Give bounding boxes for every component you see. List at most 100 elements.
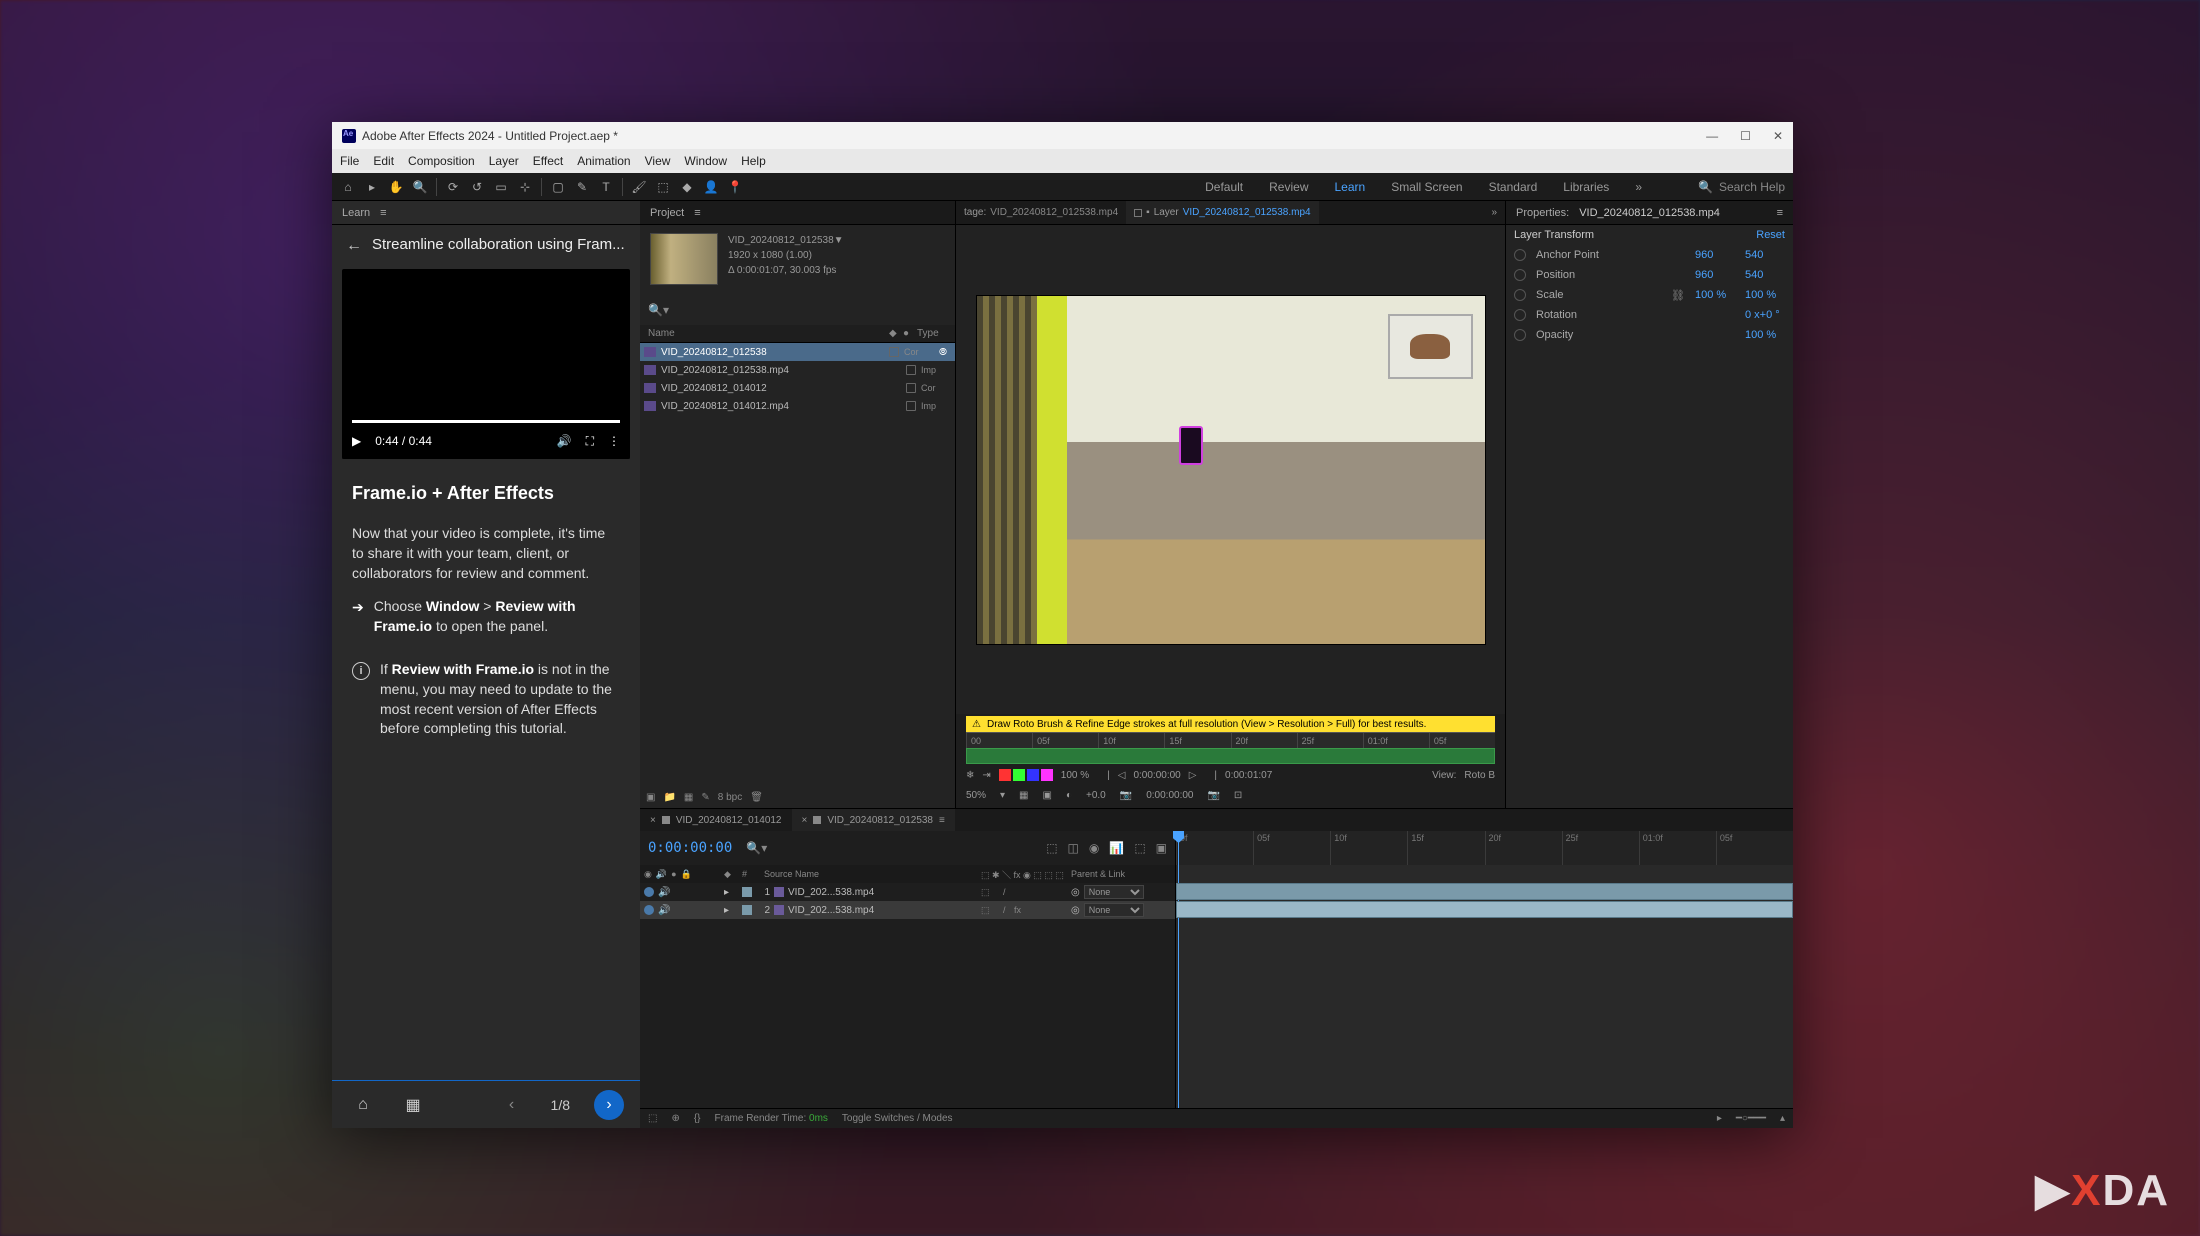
roto-span-bar[interactable]	[966, 748, 1495, 764]
project-panel-tab[interactable]: Project ≡	[640, 201, 955, 225]
menu-effect[interactable]: Effect	[533, 154, 563, 168]
pickwhip-icon[interactable]: ◎	[1071, 905, 1080, 916]
minimize-button[interactable]: —	[1706, 129, 1718, 143]
label-color[interactable]	[742, 887, 752, 897]
layer-time-ruler[interactable]: 00 05f 10f 15f 20f 25f 01:0f 05f	[966, 732, 1495, 748]
shy-icon[interactable]: ⬚	[1046, 841, 1057, 855]
project-item[interactable]: VID_20240812_014012.mp4 Imp	[640, 397, 955, 415]
hamburger-icon[interactable]: ≡	[1777, 207, 1783, 219]
reset-link[interactable]: Reset	[1756, 229, 1785, 241]
brace-icon[interactable]: {}	[694, 1113, 701, 1124]
zoom-slider[interactable]: ━○━━━	[1736, 1113, 1766, 1124]
hand-tool-icon[interactable]: ✋	[388, 179, 404, 195]
layer-switches[interactable]: ⬚/	[981, 887, 1067, 898]
menu-composition[interactable]: Composition	[408, 154, 475, 168]
zoom-icon[interactable]: ⊕	[671, 1113, 679, 1124]
back-arrow-icon[interactable]: ←	[346, 237, 362, 255]
menu-layer[interactable]: Layer	[489, 154, 519, 168]
label-col[interactable]: ◆	[724, 869, 738, 880]
label-color[interactable]	[742, 905, 752, 915]
tab-close-icon[interactable]: ×	[802, 815, 808, 826]
visibility-toggle[interactable]	[644, 887, 654, 897]
col-type[interactable]: Type	[917, 328, 947, 339]
hamburger-icon[interactable]: ≡	[694, 207, 700, 219]
eraser-tool-icon[interactable]: ◆	[679, 179, 695, 195]
expand-icon[interactable]: ▸	[724, 905, 738, 916]
timeline-tracks[interactable]: 0f 05f 10f 15f 20f 25f 01:0f 05f	[1176, 831, 1793, 1108]
menu-window[interactable]: Window	[684, 154, 727, 168]
propagate-icon[interactable]: ⇥	[982, 770, 990, 781]
lock-col-icon[interactable]: 🔒	[681, 869, 692, 880]
toggle-switches-button[interactable]: Toggle Switches / Modes	[842, 1113, 953, 1124]
type-tool-icon[interactable]: T	[598, 179, 614, 195]
graph-icon[interactable]: 📊	[1109, 841, 1124, 855]
more-icon[interactable]: ⋮	[608, 434, 620, 448]
stopwatch-icon[interactable]	[1514, 269, 1526, 281]
workspace-more[interactable]: »	[1635, 180, 1642, 194]
expand-icon[interactable]: ▸	[724, 887, 738, 898]
grid-icon[interactable]: ▦	[1019, 790, 1028, 801]
viewer-tab-layer[interactable]: ▪ Layer VID_20240812_012538.mp4	[1126, 201, 1318, 224]
workspace-libraries[interactable]: Libraries	[1563, 180, 1609, 194]
home-tool-icon[interactable]: ⌂	[340, 179, 356, 195]
frame-blend-icon[interactable]: ◫	[1068, 841, 1079, 855]
alpha-icon[interactable]: ◐	[1066, 790, 1072, 801]
selection-tool-icon[interactable]: ▸	[364, 179, 380, 195]
anchor-tool-icon[interactable]: ⊹	[517, 179, 533, 195]
col-tag-icon[interactable]: ●	[903, 328, 917, 339]
workspace-learn[interactable]: Learn	[1335, 180, 1366, 194]
orbit-tool-icon[interactable]: ⟳	[445, 179, 461, 195]
label-swatch[interactable]	[906, 383, 916, 393]
clone-tool-icon[interactable]: ⬚	[655, 179, 671, 195]
overlay-colors[interactable]	[999, 769, 1053, 781]
render-icon[interactable]: ▣	[1156, 841, 1167, 855]
viewer-tab-footage[interactable]: tage: VID_20240812_012538.mp4	[956, 201, 1126, 224]
timeline-layer[interactable]: 🔊 ▸ 2 VID_202...538.mp4 ⬚/fx ◎None	[640, 901, 1175, 919]
workspace-small-screen[interactable]: Small Screen	[1391, 180, 1462, 194]
timeline-layer[interactable]: 🔊 ▸ 1 VID_202...538.mp4 ⬚/ ◎None	[640, 883, 1175, 901]
next-kf-icon[interactable]: ▷	[1189, 770, 1197, 781]
overlay-opacity[interactable]: 100 %	[1061, 770, 1089, 781]
visibility-toggle[interactable]	[644, 905, 654, 915]
menu-view[interactable]: View	[645, 154, 671, 168]
folder-icon[interactable]: 📁	[663, 792, 675, 803]
zoom-level[interactable]: 50%	[966, 790, 986, 801]
project-item[interactable]: VID_20240812_012538.mp4 Imp	[640, 361, 955, 379]
nav-start-icon[interactable]: ▸	[1717, 1113, 1722, 1124]
expand-icon[interactable]: ⬚	[648, 1113, 657, 1124]
freeze-icon[interactable]: ❄	[966, 770, 974, 781]
close-button[interactable]: ✕	[1773, 129, 1783, 143]
flow-icon[interactable]: ⦾	[939, 347, 951, 358]
maximize-button[interactable]: ☐	[1740, 129, 1751, 143]
titlebar[interactable]: Adobe After Effects 2024 - Untitled Proj…	[332, 122, 1793, 149]
search-icon[interactable]: 🔍▾	[746, 841, 767, 855]
channel-icon[interactable]: ▾	[1000, 790, 1005, 801]
timeline-tab[interactable]: × VID_20240812_014012	[640, 809, 792, 831]
bpc-badge[interactable]: 8 bpc	[718, 792, 742, 803]
current-timecode[interactable]: 0:00:00:00	[648, 840, 732, 856]
lock-icon[interactable]	[1134, 209, 1142, 217]
label-swatch[interactable]	[906, 365, 916, 375]
learn-list-icon[interactable]: ▦	[398, 1090, 428, 1120]
snapshot-icon[interactable]: 📷	[1120, 790, 1132, 801]
comp-new-icon[interactable]: ▦	[684, 792, 693, 803]
timeline-ruler[interactable]: 0f 05f 10f 15f 20f 25f 01:0f 05f	[1176, 831, 1793, 865]
puppet-tool-icon[interactable]: 📍	[727, 179, 743, 195]
adjust-icon[interactable]: ✎	[701, 792, 709, 803]
project-item[interactable]: VID_20240812_014012 Cor	[640, 379, 955, 397]
menu-help[interactable]: Help	[741, 154, 766, 168]
draft-icon[interactable]: ⬚	[1134, 841, 1145, 855]
menu-animation[interactable]: Animation	[577, 154, 630, 168]
motion-blur-icon[interactable]: ◉	[1089, 841, 1099, 855]
layer-bar[interactable]	[1176, 901, 1793, 918]
trash-icon[interactable]: 🗑	[750, 792, 763, 803]
parent-select[interactable]: None	[1084, 885, 1144, 899]
properties-tab[interactable]: Properties: VID_20240812_012538.mp4 ≡	[1506, 201, 1793, 225]
eye-col-icon[interactable]: ◉	[644, 869, 652, 880]
source-name-col[interactable]: Source Name	[760, 869, 977, 879]
prev-kf-icon[interactable]: ◁	[1118, 770, 1126, 781]
shape-tool-icon[interactable]: ▢	[550, 179, 566, 195]
play-icon[interactable]: ▶	[352, 434, 361, 448]
workspace-default[interactable]: Default	[1205, 180, 1243, 194]
nav-end-icon[interactable]: ▴	[1780, 1113, 1785, 1124]
